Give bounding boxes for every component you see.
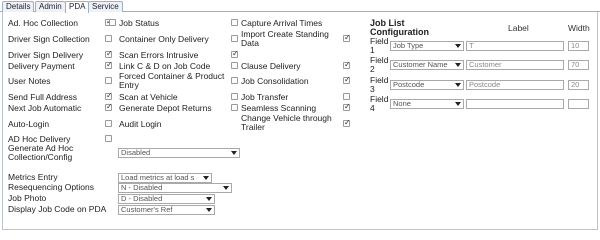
import-create-standing-data-checkbox[interactable]: [343, 33, 351, 42]
delivery-payment-label: Delivery Payment: [8, 61, 75, 71]
driver-sign-collection-label: Driver Sign Collection: [8, 34, 90, 44]
auto-login-label: Auto-Login: [8, 119, 50, 129]
ad-hoc-delivery-checkbox[interactable]: [105, 135, 112, 142]
generate-adhoc-collection-select[interactable]: Disabled: [118, 148, 240, 158]
field-3-type-select[interactable]: Postcode: [390, 80, 464, 90]
scan-errors-intrusive-label: Scan Errors Intrusive: [119, 50, 199, 60]
field-1-label: Field 1: [370, 36, 389, 55]
chevron-down-icon: [231, 151, 237, 155]
clause-delivery-label: Clause Delivery: [241, 61, 301, 71]
tab-service[interactable]: Service: [88, 1, 123, 12]
label-column-header: Label: [508, 23, 529, 33]
field-1-type-value: Job Type: [393, 41, 424, 50]
generate-depot-returns-checkbox[interactable]: [231, 104, 238, 111]
link-c-d-label: Link C & D on Job Code: [119, 61, 211, 71]
chevron-down-icon: [206, 208, 212, 212]
display-job-code-select[interactable]: Customer's Ref: [118, 205, 215, 215]
job-consolidation-checkbox[interactable]: [343, 75, 351, 84]
field-1-label-input[interactable]: T: [466, 41, 564, 51]
scan-at-vehicle-label: Scan at Vehicle: [119, 92, 178, 102]
send-full-address-label: Send Full Address: [8, 92, 77, 102]
seamless-scanning-label: Seamless Scanning: [241, 103, 317, 113]
display-job-code-label: Display Job Code on PDA: [8, 204, 107, 214]
change-vehicle-through-trailer-label: Change Vehicle through Trailer: [241, 113, 332, 132]
driver-sign-delivery-label: Driver Sign Delivery: [8, 50, 84, 60]
job-status-label: Job Status: [119, 18, 160, 28]
metrics-entry-label: Metrics Entry: [8, 172, 58, 182]
link-c-d-checkbox[interactable]: [231, 62, 238, 69]
capture-arrival-times-checkbox[interactable]: [231, 19, 238, 26]
field-3-width-input[interactable]: 20: [568, 80, 589, 90]
field-4-label-input[interactable]: [466, 99, 564, 109]
job-list-configuration-title: Job List Configuration: [370, 18, 429, 37]
auto-login-checkbox[interactable]: [105, 120, 112, 127]
chevron-down-icon: [455, 44, 461, 48]
resequencing-options-label: Resequencing Options: [8, 182, 95, 192]
send-full-address-checkbox[interactable]: [105, 91, 113, 100]
field-2-label: Field 2: [370, 55, 389, 74]
generate-adhoc-collection-label: Generate Ad Hoc Collection/Config: [8, 143, 74, 162]
tab-bar: Details Admin PDA Service: [0, 0, 600, 13]
job-transfer-checkbox[interactable]: [343, 93, 350, 100]
resequencing-options-select[interactable]: N - Disabled: [118, 183, 232, 193]
change-vehicle-through-trailer-checkbox[interactable]: [343, 118, 351, 127]
chevron-down-icon: [455, 83, 461, 87]
job-photo-select[interactable]: D - Disabled: [118, 194, 215, 204]
field-2-type-select[interactable]: Customer Name: [390, 60, 464, 70]
clause-delivery-checkbox[interactable]: [343, 60, 351, 69]
container-only-delivery-label: Container Only Delivery: [119, 34, 209, 44]
import-create-standing-data-label: Import Create Standing Data: [241, 29, 329, 48]
resequencing-options-value: N - Disabled: [121, 183, 163, 192]
scan-errors-intrusive-checkbox[interactable]: [231, 49, 239, 58]
field-4-type-value: None: [393, 99, 411, 108]
job-photo-label: Job Photo: [8, 193, 47, 203]
tab-details[interactable]: Details: [2, 1, 35, 12]
next-job-automatic-checkbox[interactable]: [105, 102, 113, 111]
width-column-header: Width: [568, 23, 590, 33]
field-3-type-value: Postcode: [393, 80, 425, 89]
forced-container-product-entry-checkbox[interactable]: [231, 77, 238, 84]
generate-depot-returns-label: Generate Depot Returns: [119, 103, 212, 113]
driver-sign-collection-checkbox[interactable]: [105, 35, 112, 42]
chevron-down-icon: [223, 186, 229, 190]
container-only-delivery-checkbox[interactable]: [231, 35, 238, 42]
field-2-type-value: Customer Name: [393, 60, 448, 69]
user-notes-label: User Notes: [8, 76, 51, 86]
capture-arrival-times-label: Capture Arrival Times: [241, 18, 323, 28]
next-job-automatic-label: Next Job Automatic: [8, 103, 82, 113]
job-photo-value: D - Disabled: [121, 194, 163, 203]
ad-hoc-collection-label: Ad. Hoc Collection: [8, 18, 78, 28]
metrics-entry-select[interactable]: Load metrics at load s: [118, 173, 212, 183]
chevron-down-icon: [455, 102, 461, 106]
generate-adhoc-collection-value: Disabled: [121, 148, 151, 157]
field-1-width-input[interactable]: 10: [568, 41, 589, 51]
field-4-width-input[interactable]: [568, 99, 589, 109]
tab-admin[interactable]: Admin: [35, 1, 66, 12]
job-transfer-label: Job Transfer: [241, 92, 289, 102]
forced-container-product-entry-label: Forced Container & Product Entry: [119, 71, 225, 90]
scan-at-vehicle-checkbox[interactable]: [231, 93, 238, 100]
seamless-scanning-checkbox[interactable]: [343, 102, 351, 111]
field-4-type-select[interactable]: None: [390, 99, 464, 109]
driver-sign-delivery-checkbox[interactable]: [105, 49, 113, 58]
display-job-code-value: Customer's Ref: [121, 205, 173, 214]
job-status-checkbox[interactable]: [109, 19, 116, 26]
metrics-entry-value: Load metrics at load s: [121, 173, 195, 182]
job-consolidation-label: Job Consolidation: [241, 76, 309, 86]
chevron-down-icon: [203, 176, 209, 180]
field-2-label-input[interactable]: Customer: [466, 60, 564, 70]
chevron-down-icon: [206, 197, 212, 201]
delivery-payment-checkbox[interactable]: [105, 60, 113, 69]
field-1-type-select[interactable]: Job Type: [390, 41, 464, 51]
chevron-down-icon: [455, 63, 461, 67]
audit-login-label: Audit Login: [119, 119, 162, 129]
user-notes-checkbox[interactable]: [105, 77, 112, 84]
field-2-width-input[interactable]: 70: [568, 60, 589, 70]
field-3-label-input[interactable]: Postcode: [466, 80, 564, 90]
field-4-label: Field 4: [370, 94, 389, 113]
field-3-label: Field 3: [370, 75, 389, 94]
